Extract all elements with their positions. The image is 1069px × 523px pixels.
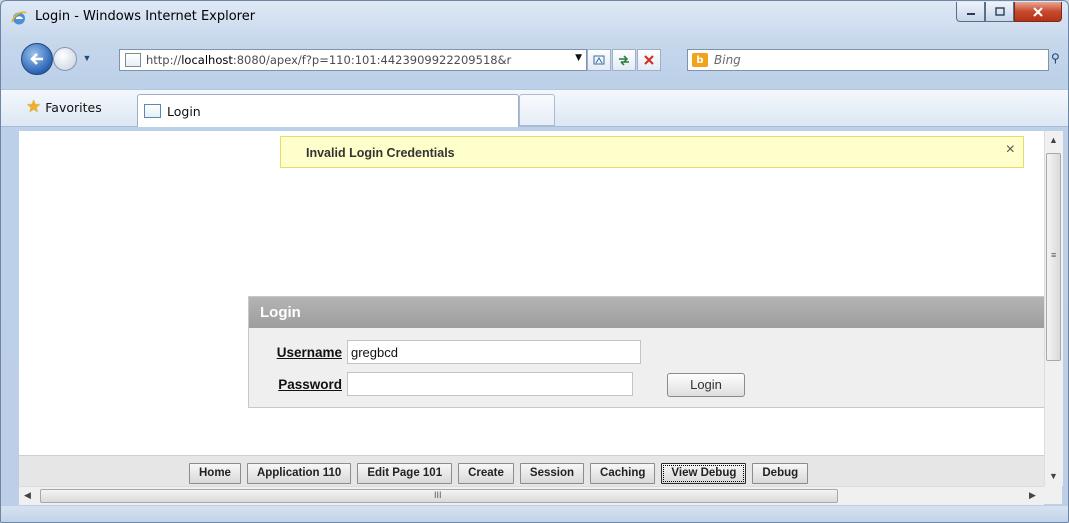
address-dropdown-icon[interactable]: ▼: [575, 53, 582, 63]
alert-message: Invalid Login Credentials: [306, 146, 455, 160]
scroll-left-icon[interactable]: ◀: [24, 490, 31, 501]
tab-label: Login: [167, 103, 201, 119]
login-region-header: Login: [249, 297, 1044, 328]
page-icon: [125, 53, 141, 67]
stop-button[interactable]: [637, 49, 661, 71]
maximize-icon: [994, 7, 1005, 16]
favorites-bar: ★ Favorites Login: [1, 89, 1068, 127]
username-label: Username: [276, 344, 342, 360]
back-arrow-icon: [30, 53, 43, 65]
address-bar[interactable]: http://localhost:8080/apex/f?p=110:101:4…: [119, 49, 587, 71]
browser-window: Login - Windows Internet Explorer ▼ http…: [0, 0, 1069, 523]
username-input[interactable]: [347, 340, 641, 364]
favorites-label: Favorites: [45, 99, 102, 115]
dev-edit-page-button[interactable]: Edit Page 101: [357, 463, 453, 484]
back-button[interactable]: [21, 43, 53, 75]
dev-create-button[interactable]: Create: [458, 463, 514, 484]
address-tools: [587, 49, 662, 71]
close-icon: [1033, 6, 1043, 17]
scroll-up-icon[interactable]: ▲: [1049, 135, 1058, 145]
search-box[interactable]: b Bing: [687, 49, 1049, 71]
horizontal-scrollbar[interactable]: ◀ III ▶: [19, 486, 1044, 505]
chevron-down-icon: ▼: [82, 53, 92, 63]
dev-application-button[interactable]: Application 110: [246, 463, 352, 484]
recent-pages-dropdown[interactable]: ▼: [79, 50, 95, 66]
password-label: Password: [278, 376, 342, 392]
bing-icon: b: [692, 53, 708, 67]
password-input[interactable]: [347, 372, 633, 396]
favorites-button[interactable]: ★ Favorites: [26, 97, 102, 117]
dev-caching-button[interactable]: Caching: [590, 463, 656, 484]
scroll-down-icon[interactable]: ▼: [1049, 471, 1058, 481]
minimize-button[interactable]: [956, 2, 985, 22]
compatibility-view-button[interactable]: [587, 49, 611, 71]
horizontal-scroll-thumb[interactable]: III: [40, 489, 838, 503]
scroll-right-icon[interactable]: ▶: [1029, 490, 1036, 501]
stop-icon: [644, 55, 654, 65]
tab-login[interactable]: Login: [137, 94, 519, 127]
error-alert: Invalid Login Credentials ×: [280, 136, 1024, 168]
page-icon: [144, 104, 161, 118]
navigation-bar: ▼ http://localhost:8080/apex/f?p=110:101…: [1, 41, 1068, 75]
forward-button[interactable]: [53, 47, 77, 71]
close-icon[interactable]: ×: [1006, 141, 1015, 159]
internet-explorer-icon: [11, 11, 27, 25]
dev-view-debug-button[interactable]: View Debug: [661, 463, 747, 484]
grip-icon: III: [434, 490, 442, 500]
title-bar: Login - Windows Internet Explorer: [1, 1, 1068, 35]
refresh-button[interactable]: [612, 49, 636, 71]
status-bar: [1, 506, 1068, 522]
search-placeholder: Bing: [714, 53, 741, 67]
vertical-scroll-thumb[interactable]: ≡: [1046, 153, 1061, 361]
developer-toolbar: Home Application 110 Edit Page 101 Creat…: [19, 455, 1044, 486]
dev-debug-button[interactable]: Debug: [752, 463, 809, 484]
vertical-scrollbar[interactable]: ▲ ≡ ▼: [1044, 131, 1063, 486]
address-url: http://localhost:8080/apex/f?p=110:101:4…: [146, 53, 512, 67]
password-row: Password: [267, 372, 633, 396]
close-window-button[interactable]: [1014, 2, 1062, 22]
login-region: Login Username Password Login: [248, 296, 1044, 408]
window-title: Login - Windows Internet Explorer: [35, 9, 256, 24]
login-button[interactable]: Login: [667, 373, 745, 397]
username-row: Username: [267, 340, 641, 364]
dev-session-button[interactable]: Session: [519, 463, 585, 484]
caption-buttons: [956, 2, 1062, 22]
compatibility-view-icon: [593, 55, 605, 65]
page-content: Invalid Login Credentials × Login Userna…: [19, 131, 1044, 486]
minimize-icon: [966, 12, 975, 15]
maximize-button[interactable]: [985, 2, 1014, 22]
scrollbar-corner: [1044, 486, 1062, 504]
dev-home-button[interactable]: Home: [189, 463, 241, 484]
new-tab-button[interactable]: [519, 94, 555, 126]
star-icon: ★: [26, 97, 42, 117]
grip-icon: ≡: [1051, 250, 1057, 260]
refresh-icon: [619, 55, 629, 66]
developer-buttons: Home Application 110 Edit Page 101 Creat…: [189, 463, 814, 484]
search-icon[interactable]: ⚲: [1051, 51, 1060, 65]
